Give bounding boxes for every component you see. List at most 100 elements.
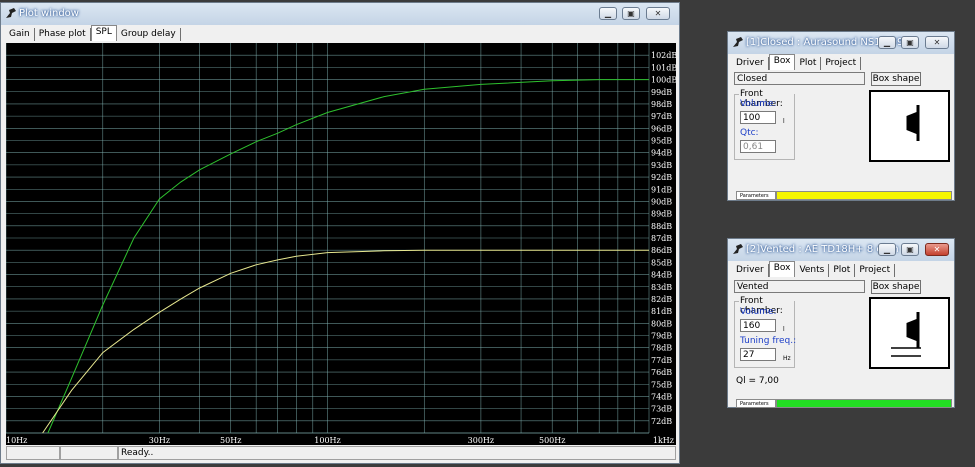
tuning-freq-input[interactable]: 27 <box>740 348 776 361</box>
qtc-field: 0,61 <box>740 140 776 153</box>
x-tick-label: 300Hz <box>468 436 494 445</box>
y-tick-label: 89dB <box>651 210 672 219</box>
y-tick-label: 77dB <box>651 356 672 365</box>
minimize-button[interactable]: ▁ <box>878 36 896 49</box>
volume-input[interactable]: 160 <box>740 319 776 332</box>
y-tick-label: 87dB <box>651 234 672 243</box>
volume-unit: l <box>783 326 785 333</box>
closed-box-window: [1]Closed : Aurasound NS15-99... ▁ ▣ ✕ D… <box>727 31 955 201</box>
app-icon <box>733 37 743 47</box>
tuning-freq-label: Tuning freq.: <box>740 336 797 346</box>
box-shape-button[interactable]: Box shape <box>871 72 921 86</box>
closed-status-bar <box>776 191 952 200</box>
y-tick-label: 95dB <box>651 137 672 146</box>
x-tick-label: 500Hz <box>539 436 565 445</box>
y-tick-label: 101dB <box>651 63 676 72</box>
closed-tabs: Driver Box Plot Project <box>732 54 862 70</box>
close-button[interactable]: ✕ <box>925 36 949 49</box>
window-title: Plot window <box>19 8 79 19</box>
y-tick-label: 85dB <box>651 258 672 267</box>
closed-window-titlebar[interactable]: [1]Closed : Aurasound NS15-99... ▁ ▣ ✕ <box>728 32 954 54</box>
minimize-button[interactable]: ▁ <box>878 243 896 256</box>
plot-tabs: Gain Phase plot SPL Group delay <box>5 25 181 41</box>
tuning-freq-unit: Hz <box>783 355 791 362</box>
box-type-field[interactable]: Closed <box>734 72 865 85</box>
tab-project[interactable]: Project <box>855 264 896 277</box>
box-shape-preview <box>869 90 950 162</box>
volume-unit: l <box>783 118 785 125</box>
box-shape-preview <box>869 297 950 369</box>
close-button[interactable]: ✕ <box>925 243 949 256</box>
tab-plot[interactable]: Plot <box>795 57 822 70</box>
status-cell-2 <box>60 446 118 460</box>
tab-box[interactable]: Box <box>768 54 796 70</box>
y-tick-label: 73dB <box>651 405 672 414</box>
tab-spl[interactable]: SPL <box>90 25 117 41</box>
x-tick-label: 30Hz <box>149 436 170 445</box>
status-cell-1 <box>6 446 60 460</box>
parameters-status: Parameters <box>736 191 776 200</box>
x-tick-label: 50Hz <box>220 436 241 445</box>
y-tick-label: 81dB <box>651 307 672 316</box>
tab-group-delay[interactable]: Group delay <box>117 28 181 41</box>
app-icon <box>733 244 743 254</box>
volume-label: Volume: <box>740 307 777 317</box>
y-tick-label: 82dB <box>651 295 672 304</box>
y-tick-label: 84dB <box>651 271 672 280</box>
tab-vents[interactable]: Vents <box>795 264 830 277</box>
tab-box[interactable]: Box <box>768 261 796 277</box>
y-tick-label: 74dB <box>651 392 672 401</box>
y-tick-label: 79dB <box>651 332 672 341</box>
parameters-status: Parameters <box>736 399 776 408</box>
y-tick-label: 76dB <box>651 368 672 377</box>
y-tick-label: 102dB <box>651 51 676 60</box>
y-tick-label: 75dB <box>651 380 672 389</box>
volume-label: Volume: <box>740 99 777 109</box>
y-tick-label: 91dB <box>651 185 672 194</box>
qtc-label: Qtc: <box>740 128 759 138</box>
parameters-label: Parameters <box>740 401 769 407</box>
y-tick-label: 94dB <box>651 149 672 158</box>
tab-phase-plot[interactable]: Phase plot <box>35 28 91 41</box>
vented-tabs: Driver Box Vents Plot Project <box>732 261 896 277</box>
plot-window: Plot window ▁ ▣ ✕ Gain Phase plot SPL Group… <box>0 2 680 464</box>
window-title: [2]Vented : AE TD18H+ 8 ohm <box>746 244 899 255</box>
y-tick-label: 83dB <box>651 283 672 292</box>
vented-box-window: [2]Vented : AE TD18H+ 8 ohm ▁ ▣ ✕ Driver… <box>727 238 955 408</box>
box-shape-button[interactable]: Box shape <box>871 280 921 294</box>
y-tick-label: 96dB <box>651 124 672 133</box>
maximize-button[interactable]: ▣ <box>622 7 640 20</box>
plot-window-titlebar[interactable]: Plot window ▁ ▣ ✕ <box>1 3 679 25</box>
speaker-driver-icon <box>906 312 920 348</box>
maximize-button[interactable]: ▣ <box>901 36 919 49</box>
vented-window-titlebar[interactable]: [2]Vented : AE TD18H+ 8 ohm ▁ ▣ ✕ <box>728 239 954 261</box>
y-tick-label: 80dB <box>651 319 672 328</box>
status-text: Ready.. <box>118 446 676 460</box>
y-tick-label: 72dB <box>651 417 672 426</box>
tab-plot[interactable]: Plot <box>829 264 856 277</box>
y-tick-label: 90dB <box>651 197 672 206</box>
volume-input[interactable]: 100 <box>740 111 776 124</box>
y-tick-label: 98dB <box>651 100 672 109</box>
series-line-2 <box>42 249 649 434</box>
y-tick-label: 93dB <box>651 161 672 170</box>
ql-value: Ql = 7,00 <box>736 376 779 386</box>
y-tick-label: 97dB <box>651 112 672 121</box>
series-line-1 <box>47 79 649 434</box>
vent-port-icon <box>891 347 921 357</box>
vented-status-bar <box>776 399 952 408</box>
spl-plot[interactable]: 72dB 73dB 74dB 75dB 76dB 77dB 78dB 79dB 80dB 81dB… <box>6 43 676 445</box>
box-type-field[interactable]: Vented <box>734 280 865 293</box>
minimize-button[interactable]: ▁ <box>599 7 617 20</box>
x-tick-label: 100Hz <box>314 436 340 445</box>
tab-driver[interactable]: Driver <box>732 264 769 277</box>
tab-project[interactable]: Project <box>821 57 862 70</box>
parameters-label: Parameters <box>740 193 769 199</box>
y-tick-label: 88dB <box>651 222 672 231</box>
x-tick-label: 1kHz <box>653 436 674 445</box>
tab-gain[interactable]: Gain <box>5 28 35 41</box>
tab-driver[interactable]: Driver <box>732 57 769 70</box>
maximize-button[interactable]: ▣ <box>901 243 919 256</box>
y-tick-label: 86dB <box>651 246 672 255</box>
close-button[interactable]: ✕ <box>646 7 670 20</box>
